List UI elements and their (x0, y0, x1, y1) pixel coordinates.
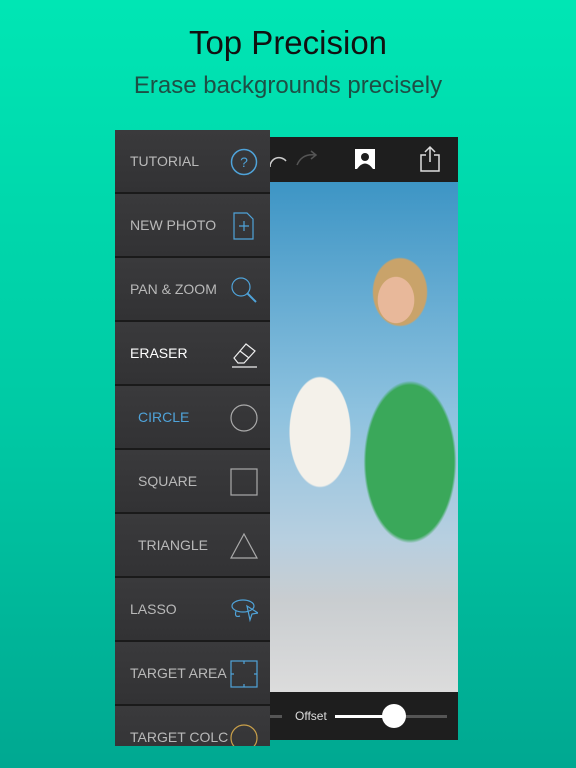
target-area-icon (230, 660, 258, 688)
offset-slider-knob[interactable] (382, 704, 407, 728)
new-document-icon (233, 212, 254, 240)
menu-item-eraser[interactable]: ERASER (115, 322, 270, 386)
menu-item-target-area[interactable]: TARGET AREA (115, 642, 270, 706)
eraser-icon (232, 343, 257, 368)
menu-item-new-photo[interactable]: NEW PHOTO (115, 194, 270, 258)
menu-item-pan-zoom[interactable]: PAN & ZOOM (115, 258, 270, 322)
side-menu: TUTORIAL ? NEW PHOTO PAN & ZOOM ERASER C… (115, 130, 270, 746)
offset-slider[interactable] (335, 704, 447, 728)
menu-item-circle[interactable]: CIRCLE (115, 386, 270, 450)
menu-item-triangle[interactable]: TRIANGLE (115, 514, 270, 578)
help-circle-icon: ? (230, 148, 258, 176)
circle-icon (230, 404, 258, 432)
redo-icon[interactable] (294, 147, 320, 169)
magnifier-icon (231, 277, 257, 303)
menu-item-tutorial[interactable]: TUTORIAL ? (115, 130, 270, 194)
offset-label: Offset (295, 709, 327, 723)
svg-text:?: ? (240, 154, 248, 170)
menu-item-lasso[interactable]: LASSO (115, 578, 270, 642)
triangle-icon (230, 532, 258, 559)
page-title: Top Precision (188, 24, 388, 61)
bottom-toolbar: Offset (262, 692, 458, 740)
photo-canvas[interactable] (270, 182, 458, 692)
top-toolbar (262, 137, 458, 182)
share-icon[interactable] (419, 145, 441, 173)
menu-item-target-color[interactable]: TARGET COLC (115, 706, 270, 746)
portrait-icon[interactable] (354, 148, 376, 170)
color-wheel-icon (230, 724, 258, 746)
lasso-icon (231, 599, 258, 623)
page-subtitle: Erase backgrounds precisely (133, 72, 443, 99)
phone-screen: Offset (262, 137, 458, 740)
menu-item-square[interactable]: SQUARE (115, 450, 270, 514)
square-icon (230, 468, 258, 496)
